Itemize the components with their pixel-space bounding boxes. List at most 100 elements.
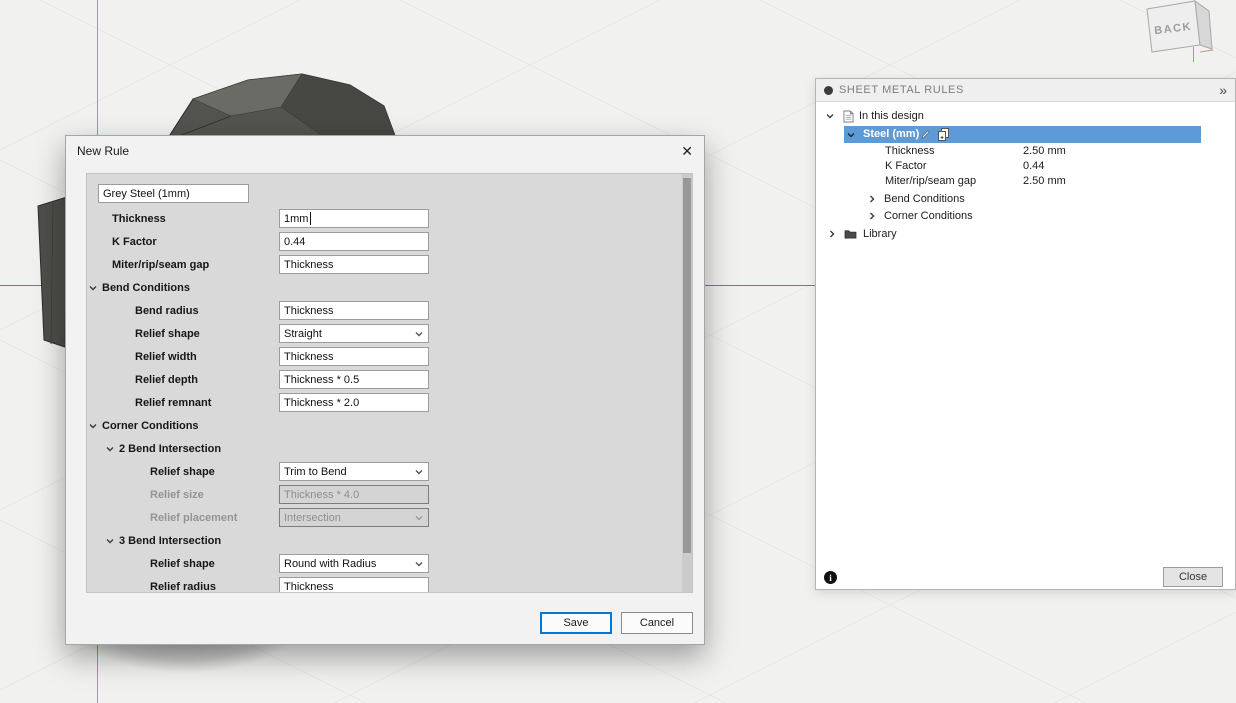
view-cube-red-axis	[1199, 49, 1214, 53]
chevron-down-icon[interactable]	[846, 130, 856, 140]
two-bend-intersection-label: 2 Bend Intersection	[119, 442, 222, 455]
chevron-right-icon[interactable]	[867, 211, 877, 221]
relief-depth-input[interactable]	[279, 370, 429, 389]
relief-shape-3bend-select[interactable]: Round with Radius	[279, 554, 429, 573]
subsection-3-bend-intersection[interactable]: 3 Bend Intersection	[87, 529, 681, 552]
property-label: Thickness	[885, 145, 935, 157]
property-value: 2.50 mm	[1023, 175, 1066, 187]
subsection-2-bend-intersection[interactable]: 2 Bend Intersection	[87, 437, 681, 460]
chevron-down-icon	[415, 561, 423, 566]
new-rule-dialog: New Rule ✕ Thickness K Factor Miter/rip/…	[65, 135, 705, 645]
bend-conditions-label: Bend Conditions	[884, 193, 965, 205]
form-row-relief-shape-2bend: Relief shape Trim to Bend	[87, 460, 681, 483]
corner-conditions-label: Corner Conditions	[102, 419, 199, 432]
close-icon[interactable]: ✕	[681, 144, 693, 158]
sheet-metal-rules-palette: SHEET METAL RULES » In this design Steel…	[815, 78, 1236, 590]
relief-radius-label: Relief radius	[150, 580, 217, 593]
form-row-relief-placement: Relief placement Intersection	[87, 506, 681, 529]
chevron-down-icon	[415, 331, 423, 336]
dialog-title: New Rule	[77, 144, 130, 158]
cancel-button[interactable]: Cancel	[621, 612, 693, 634]
palette-handle-icon[interactable]	[824, 85, 833, 95]
tree-item-bend-conditions[interactable]: Bend Conditions	[816, 191, 1235, 207]
app-canvas: BACK New Rule ✕ Thickness K Factor	[0, 0, 1236, 703]
relief-width-input[interactable]	[279, 347, 429, 366]
view-cube[interactable]: BACK	[1146, 0, 1214, 62]
relief-depth-label: Relief depth	[135, 373, 198, 386]
chevron-right-icon[interactable]	[867, 194, 877, 204]
palette-title: SHEET METAL RULES	[839, 84, 964, 96]
relief-remnant-label: Relief remnant	[135, 396, 212, 409]
chevron-down-icon[interactable]	[105, 444, 115, 454]
kfactor-label: K Factor	[112, 235, 157, 248]
chevron-right-icon[interactable]	[827, 229, 837, 239]
section-corner-conditions[interactable]: Corner Conditions	[87, 414, 681, 437]
tree-item-corner-conditions[interactable]: Corner Conditions	[816, 208, 1235, 224]
relief-shape-label: Relief shape	[135, 327, 200, 340]
form-row-relief-radius: Relief radius	[87, 575, 681, 593]
rule-form-panel: Thickness K Factor Miter/rip/seam gap Be…	[86, 173, 693, 593]
relief-width-label: Relief width	[135, 350, 197, 363]
expand-panel-icon[interactable]: »	[1219, 82, 1227, 98]
relief-shape-3bend-label: Relief shape	[150, 557, 215, 570]
bend-radius-input[interactable]	[279, 301, 429, 320]
folder-icon	[844, 230, 857, 239]
property-value: 0.44	[1023, 160, 1045, 172]
bend-conditions-label: Bend Conditions	[102, 281, 190, 294]
chevron-down-icon[interactable]	[105, 536, 115, 546]
tree-item-steel-rule[interactable]: Steel (mm)	[816, 126, 1235, 143]
property-label: K Factor	[885, 160, 927, 172]
chevron-down-icon[interactable]	[88, 283, 98, 293]
edit-pencil-icon[interactable]	[920, 129, 931, 140]
miter-gap-label: Miter/rip/seam gap	[112, 258, 210, 271]
form-row-relief-shape-3bend: Relief shape Round with Radius	[87, 552, 681, 575]
relief-placement-label: Relief placement	[150, 511, 238, 524]
form-row-kfactor: K Factor	[87, 230, 681, 253]
form-row-thickness: Thickness	[87, 207, 681, 230]
tree-item-library[interactable]: Library	[816, 226, 1235, 242]
chevron-down-icon[interactable]	[825, 111, 835, 121]
thickness-label: Thickness	[112, 212, 166, 225]
save-button[interactable]: Save	[540, 612, 612, 634]
form-row-relief-remnant: Relief remnant	[87, 391, 681, 414]
select-value: Round with Radius	[284, 557, 377, 570]
tree-item-in-this-design[interactable]: In this design	[816, 108, 1235, 124]
chevron-down-icon	[415, 469, 423, 474]
property-row-thickness: Thickness 2.50 mm	[816, 143, 1235, 159]
form-row-relief-depth: Relief depth	[87, 368, 681, 391]
relief-shape-2bend-select[interactable]: Trim to Bend	[279, 462, 429, 481]
section-bend-conditions[interactable]: Bend Conditions	[87, 276, 681, 299]
relief-size-label: Relief size	[150, 488, 204, 501]
palette-header[interactable]: SHEET METAL RULES »	[816, 79, 1235, 102]
select-value: Intersection	[284, 511, 341, 524]
form-scrollbar[interactable]	[682, 174, 692, 592]
chevron-down-icon[interactable]	[88, 421, 98, 431]
in-this-design-label: In this design	[859, 110, 924, 122]
relief-radius-input[interactable]	[279, 577, 429, 592]
relief-size-input	[279, 485, 429, 504]
kfactor-input[interactable]	[279, 232, 429, 251]
info-icon[interactable]: i	[824, 571, 837, 584]
miter-gap-input[interactable]	[279, 255, 429, 274]
form-row-relief-width: Relief width	[87, 345, 681, 368]
three-bend-intersection-label: 3 Bend Intersection	[119, 534, 222, 547]
copy-rule-icon[interactable]	[938, 128, 950, 141]
chevron-down-icon	[415, 515, 423, 520]
property-value: 2.50 mm	[1023, 145, 1066, 157]
rule-name-input[interactable]	[98, 184, 249, 203]
relief-remnant-input[interactable]	[279, 393, 429, 412]
property-label: Miter/rip/seam gap	[885, 175, 977, 187]
text-caret	[310, 212, 311, 225]
form-row-miter-gap: Miter/rip/seam gap	[87, 253, 681, 276]
relief-shape-select[interactable]: Straight	[279, 324, 429, 343]
scrollbar-thumb[interactable]	[683, 178, 691, 553]
dialog-titlebar[interactable]: New Rule ✕	[66, 136, 704, 166]
form-row-relief-shape-bend: Relief shape Straight	[87, 322, 681, 345]
select-value: Straight	[284, 327, 322, 340]
palette-close-button[interactable]: Close	[1163, 567, 1223, 587]
property-row-miter-gap: Miter/rip/seam gap 2.50 mm	[816, 173, 1235, 189]
relief-shape-2bend-label: Relief shape	[150, 465, 215, 478]
relief-placement-select: Intersection	[279, 508, 429, 527]
thickness-input[interactable]	[279, 209, 429, 228]
library-label: Library	[863, 228, 897, 240]
